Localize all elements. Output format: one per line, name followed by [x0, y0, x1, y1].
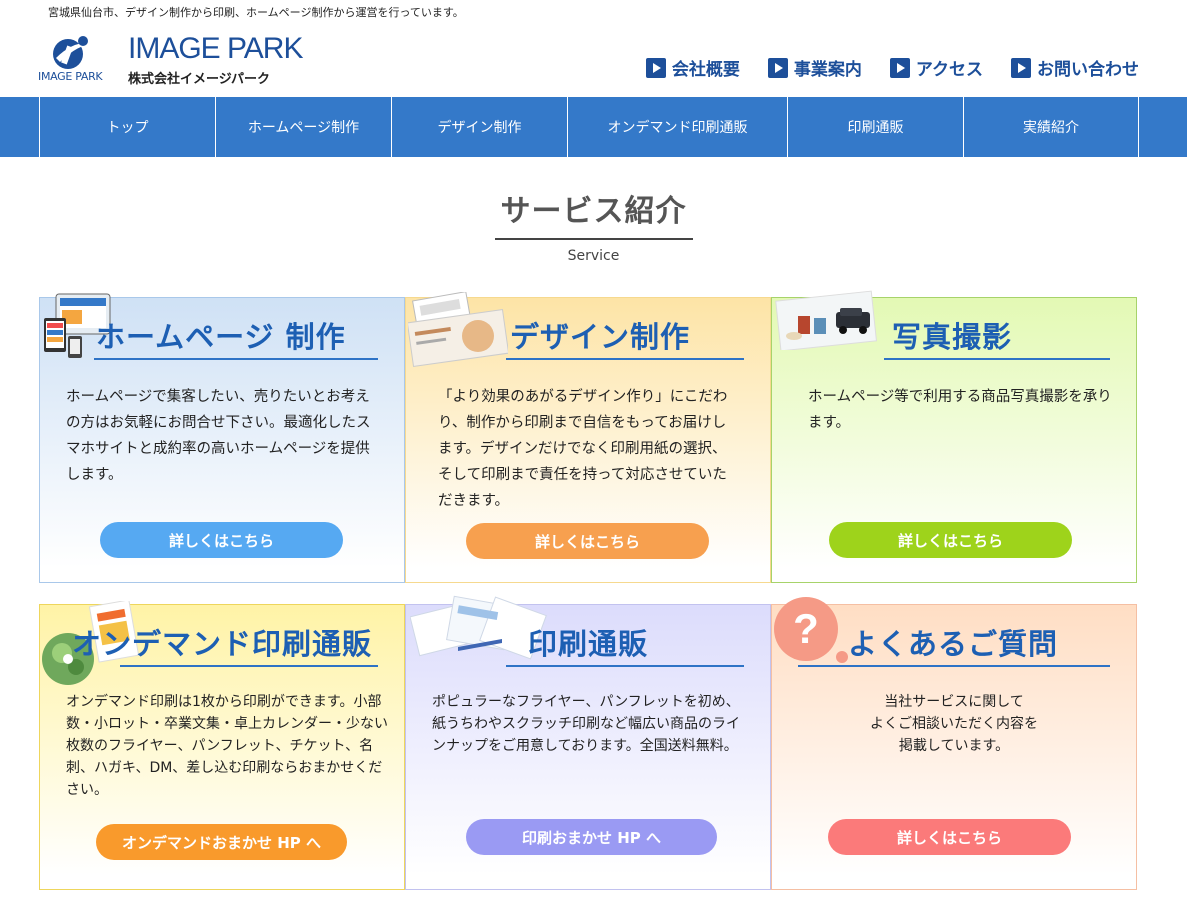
nav-item-design[interactable]: デザイン制作: [391, 97, 567, 157]
svg-text:?: ?: [793, 605, 819, 652]
card-title: デザイン制作: [510, 320, 691, 354]
card-title: オンデマンド印刷通販: [72, 627, 373, 661]
logo-mark-icon: [53, 36, 98, 69]
card-divider: [506, 665, 744, 667]
service-card-photo: 写真撮影 ホームページ等で利用する商品写真撮影を承ります。 詳しくはこちら: [771, 290, 1137, 583]
nav-item-printing[interactable]: 印刷通販: [787, 97, 963, 157]
link-access[interactable]: アクセス: [889, 55, 983, 80]
card-description: 当社サービスに関して よくご相談いただく内容を 掲載しています。: [870, 694, 1038, 754]
play-icon: [889, 57, 910, 78]
ondemand-hp-button[interactable]: オンデマンドおまかせ HP へ: [96, 824, 347, 860]
company-name: 株式会社イメージパーク: [128, 72, 270, 87]
service-card-ondemand: オンデマンド印刷通販 オンデマンド印刷は1枚から印刷ができます。小部数・小ロット…: [39, 601, 405, 890]
section-title: サービス紹介: [494, 186, 693, 240]
nav-item-homepage[interactable]: ホームページ制作: [215, 97, 391, 157]
details-button[interactable]: 詳しくはこちら: [100, 522, 343, 558]
photo-icon: [775, 290, 878, 350]
card-divider: [798, 665, 1110, 667]
play-icon: [645, 57, 666, 78]
card-divider: [506, 358, 744, 360]
logo-subtext: IMAGE PARK: [38, 70, 103, 83]
play-icon: [767, 57, 788, 78]
question-icon: ?: [774, 597, 848, 663]
card-title: 写真撮影: [892, 320, 1013, 354]
card-divider: [94, 358, 378, 360]
details-button[interactable]: 詳しくはこちら: [829, 522, 1072, 558]
card-divider: [884, 358, 1110, 360]
nav-item-top[interactable]: トップ: [39, 97, 215, 157]
logo-title: IMAGE PARK: [128, 32, 303, 65]
flyer-icon: [408, 292, 508, 368]
nav-item-works[interactable]: 実績紹介: [963, 97, 1139, 157]
link-company-overview[interactable]: 会社概要: [645, 55, 740, 80]
section-heading: サービス紹介: [0, 186, 1187, 240]
service-card-printing: 印刷通販 ポピュラーなフライヤー、パンフレットを初め、紙うちわやスクラッチ印刷な…: [405, 595, 771, 890]
card-description: オンデマンド印刷は1枚から印刷ができます。小部数・小ロット・卒業文集・卓上カレン…: [66, 694, 388, 798]
service-card-design: デザイン制作 「より効果のあがるデザイン作り」にこだわり、制作から印刷まで自信を…: [405, 292, 771, 583]
header-links: 会社概要 事業案内 アクセス お問い合わせ: [645, 55, 1139, 80]
details-button[interactable]: 詳しくはこちら: [466, 523, 709, 559]
link-business[interactable]: 事業案内: [767, 55, 862, 80]
link-label: 会社概要: [671, 60, 740, 80]
link-label: アクセス: [915, 60, 983, 80]
service-card-faq: ? よくあるご質問 当社サービスに関して よくご相談いただく内容を 掲載していま…: [771, 597, 1137, 890]
card-description: ホームページで集客したい、売りたいとお考えの方はお気軽にお問合せ下さい。最適化し…: [66, 389, 371, 483]
card-description: ポピュラーなフライヤー、パンフレットを初め、紙うちわやスクラッチ印刷など幅広い商…: [432, 694, 740, 754]
link-contact[interactable]: お問い合わせ: [1011, 55, 1139, 80]
details-button[interactable]: 詳しくはこちら: [828, 819, 1071, 855]
link-label: 事業案内: [793, 60, 862, 80]
site-logo[interactable]: IMAGE PARK IMAGE PARK 株式会社イメージパーク: [38, 32, 338, 88]
nav-item-ondemand[interactable]: オンデマンド印刷通販: [567, 97, 787, 157]
card-title: ホームページ 制作: [96, 320, 346, 354]
printing-hp-button[interactable]: 印刷おまかせ HP へ: [466, 819, 717, 855]
main-nav: トップ ホームページ制作 デザイン制作 オンデマンド印刷通販 印刷通販 実績紹介: [0, 97, 1187, 157]
card-description: 「より効果のあがるデザイン作り」にこだわり、制作から印刷まで自信をもってお届けし…: [438, 389, 728, 509]
card-title: よくあるご質問: [848, 627, 1059, 661]
play-icon: [1011, 57, 1031, 78]
service-card-homepage: ホームページ 制作 ホームページで集客したい、売りたいとお考えの方はお気軽にお問…: [39, 293, 405, 583]
card-title: 印刷通販: [528, 627, 649, 661]
tagline: 宮城県仙台市、デザイン制作から印刷、ホームページ制作から運営を行っています。: [48, 6, 464, 19]
link-label: お問い合わせ: [1037, 60, 1139, 80]
section-subtitle: Service: [567, 248, 620, 264]
card-divider: [120, 665, 378, 667]
card-description: ホームページ等で利用する商品写真撮影を承ります。: [808, 389, 1112, 431]
